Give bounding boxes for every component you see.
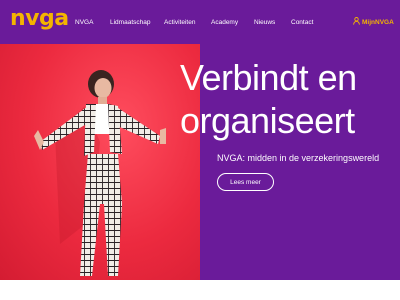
nav-item-nieuws[interactable]: Nieuws <box>254 17 275 29</box>
lees-meer-button[interactable]: Lees meer <box>217 173 274 191</box>
hero-banner: Verbindt en organiseert NVGA: midden in … <box>0 44 400 280</box>
nvga-logo[interactable]: nvga <box>10 6 69 32</box>
nav-item-nvga[interactable]: NVGA <box>75 17 93 29</box>
nav-item-contact[interactable]: Contact <box>291 17 313 29</box>
page-bottom <box>0 280 400 300</box>
hero-title: Verbindt en organiseert <box>180 56 395 142</box>
mijnnvga-label: MijnNVGA <box>362 19 394 26</box>
user-icon <box>353 17 360 25</box>
nav-item-lidmaatschap[interactable]: Lidmaatschap <box>110 17 150 29</box>
hero-photo <box>0 44 200 280</box>
site-header: nvga NVGA Lidmaatschap Activiteiten Acad… <box>0 0 400 44</box>
nav-item-academy[interactable]: Academy <box>211 17 238 29</box>
nav-item-activiteiten[interactable]: Activiteiten <box>164 17 195 29</box>
hero-title-line-1: Verbindt en <box>180 57 357 98</box>
hero-title-line-2: organiseert <box>180 100 355 141</box>
page: nvga NVGA Lidmaatschap Activiteiten Acad… <box>0 0 400 300</box>
hero-subtitle: NVGA: midden in de verzekeringswereld <box>217 153 380 163</box>
woman-photo-illustration <box>34 70 166 276</box>
mijnnvga-link[interactable]: MijnNVGA <box>353 17 394 29</box>
